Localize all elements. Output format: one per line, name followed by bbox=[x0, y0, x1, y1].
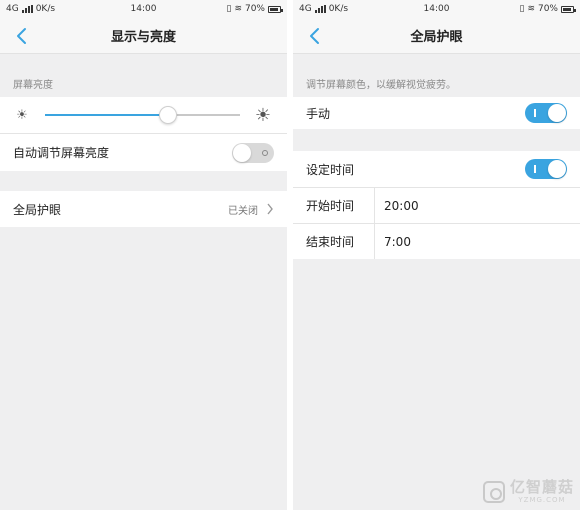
network-speed: 0K/s bbox=[328, 4, 349, 14]
eye-care-description: 调节屏幕颜色，以缓解视觉疲劳。 bbox=[306, 80, 456, 91]
brightness-low-icon: ☀ bbox=[16, 107, 28, 123]
toggle-knob bbox=[548, 104, 566, 122]
eye-care-row[interactable]: 全局护眼 已关闭 bbox=[0, 191, 287, 227]
battery-icon bbox=[561, 5, 576, 13]
manual-row[interactable]: 手动 bbox=[293, 97, 580, 129]
nav-bar: 显示与亮度 bbox=[0, 18, 287, 54]
battery-percent: 70% bbox=[244, 4, 265, 14]
schedule-label: 设定时间 bbox=[306, 162, 355, 177]
back-arrow-icon[interactable] bbox=[305, 26, 325, 46]
network-type: 4G bbox=[299, 4, 312, 14]
vibrate-icon: ▯ bbox=[226, 4, 232, 14]
end-time-label: 结束时间 bbox=[293, 224, 375, 259]
page-title: 显示与亮度 bbox=[110, 30, 176, 45]
start-time-row[interactable]: 开始时间 20:00 bbox=[293, 187, 580, 223]
toggle-on-mark-icon bbox=[534, 109, 536, 117]
page-title: 全局护眼 bbox=[410, 30, 463, 45]
network-type: 4G bbox=[6, 4, 19, 14]
auto-brightness-toggle[interactable] bbox=[232, 142, 274, 163]
schedule-row[interactable]: 设定时间 bbox=[293, 151, 580, 187]
status-bar: 4G 0K/s 14:00 ▯ ≋ 70% bbox=[293, 0, 580, 18]
battery-icon bbox=[268, 5, 283, 13]
eye-care-screen: 4G 0K/s 14:00 ▯ ≋ 70% 全局护眼 调节屏幕颜色，以缓解视觉疲… bbox=[293, 0, 580, 510]
manual-label: 手动 bbox=[306, 106, 331, 121]
toggle-knob bbox=[233, 143, 251, 162]
eye-care-status: 已关闭 bbox=[228, 205, 258, 217]
end-time-row[interactable]: 结束时间 7:00 bbox=[293, 223, 580, 259]
signal-icon bbox=[21, 5, 33, 13]
eye-care-label: 全局护眼 bbox=[13, 202, 62, 217]
brightness-slider-fill bbox=[45, 114, 168, 116]
brightness-slider[interactable] bbox=[45, 106, 240, 124]
auto-brightness-row[interactable]: 自动调节屏幕亮度 bbox=[0, 133, 287, 171]
brightness-high-icon: ☀ bbox=[254, 104, 272, 126]
auto-brightness-label: 自动调节屏幕亮度 bbox=[13, 146, 110, 160]
watermark-logo-icon bbox=[482, 481, 505, 503]
brightness-section-label: 屏幕亮度 bbox=[13, 80, 53, 91]
watermark-brand: 亿智蘑菇 bbox=[509, 478, 574, 496]
schedule-toggle[interactable] bbox=[525, 159, 567, 179]
watermark-domain: YZMG.COM bbox=[518, 496, 566, 504]
signal-icon bbox=[314, 5, 326, 13]
chevron-right-icon bbox=[267, 203, 273, 215]
toggle-knob bbox=[548, 160, 566, 178]
brightness-slider-thumb[interactable] bbox=[158, 106, 177, 124]
start-time-value[interactable]: 20:00 bbox=[375, 199, 419, 213]
wifi-icon: ≋ bbox=[527, 4, 535, 14]
start-time-label: 开始时间 bbox=[293, 188, 375, 223]
wifi-icon: ≋ bbox=[234, 4, 242, 14]
network-speed: 0K/s bbox=[35, 4, 56, 14]
nav-bar: 全局护眼 bbox=[293, 18, 580, 54]
toggle-off-mark-icon bbox=[262, 149, 268, 156]
toggle-on-mark-icon bbox=[534, 165, 536, 173]
status-bar: 4G 0K/s 14:00 ▯ ≋ 70% bbox=[0, 0, 287, 18]
manual-toggle[interactable] bbox=[525, 103, 567, 123]
vibrate-icon: ▯ bbox=[519, 4, 525, 14]
display-brightness-screen: 4G 0K/s 14:00 ▯ ≋ 70% 显示与亮度 屏幕亮度 ☀ ☀ 自动调… bbox=[0, 0, 287, 510]
battery-percent: 70% bbox=[537, 4, 558, 14]
brightness-slider-row: ☀ ☀ bbox=[0, 97, 287, 133]
back-arrow-icon[interactable] bbox=[12, 26, 32, 46]
end-time-value[interactable]: 7:00 bbox=[375, 235, 411, 249]
watermark: 亿智蘑菇 YZMG.COM bbox=[482, 478, 574, 504]
